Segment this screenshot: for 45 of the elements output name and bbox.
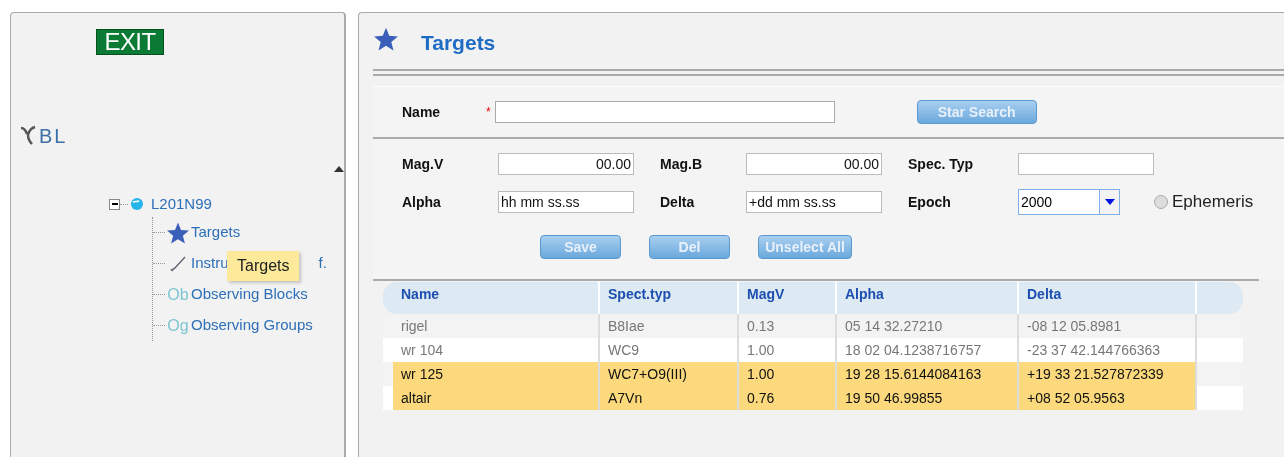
- tooltip: Targets: [227, 251, 300, 281]
- field-label: Spec. Typ: [908, 154, 975, 174]
- dropdown-caret-icon: [1104, 199, 1115, 205]
- field-label: Delta: [660, 192, 696, 212]
- text-field[interactable]: hh mm ss.ss: [498, 191, 634, 213]
- table-cell: +19 33 21.527872339: [1019, 362, 1197, 386]
- scroll-up-icon[interactable]: [334, 166, 344, 172]
- table-cell: 19 28 15.6144084163: [837, 362, 1019, 386]
- logo-text: BL: [39, 124, 68, 149]
- radio-label: Ephemeris: [1172, 191, 1254, 214]
- tree-item[interactable]: Observing Groups: [191, 314, 313, 337]
- tree-item[interactable]: Targets: [191, 221, 241, 244]
- tree-item[interactable]: Observing Blocks: [191, 283, 308, 306]
- epoch-select[interactable]: 2000: [1018, 189, 1120, 215]
- ephemeris-radio[interactable]: [1154, 195, 1168, 209]
- table-cell: 0.76: [739, 386, 837, 410]
- collapse-toggle-icon[interactable]: [109, 198, 120, 210]
- text-field[interactable]: 00.00: [746, 153, 882, 175]
- star-icon: [373, 26, 399, 52]
- globe-icon: [130, 197, 144, 211]
- table-cell: A7Vn: [600, 386, 739, 410]
- page-title: Targets: [421, 30, 496, 57]
- table-cell: 19 50 46.99855: [837, 386, 1019, 410]
- table-row[interactable]: wr 104 WC9 1.00 18 02 04.1238716757 -23 37 42.144766363: [383, 338, 1243, 362]
- text-field[interactable]: [1018, 153, 1154, 175]
- field-label: Epoch: [908, 192, 952, 212]
- field-label: Mag.B: [660, 154, 703, 174]
- table-cell: altair: [393, 386, 600, 410]
- field-label: Name: [402, 102, 442, 122]
- badge-icon: Ob: [167, 282, 189, 307]
- required-mark: *: [486, 104, 491, 121]
- table-cell: 1.00: [739, 362, 837, 386]
- tree-item[interactable]: L201N99: [151, 192, 212, 216]
- table-row[interactable]: altair A7Vn 0.76 19 50 46.99855 +08 52 05.9563: [383, 386, 1243, 410]
- table-cell: WC7+O9(III): [600, 362, 739, 386]
- field-label: Mag.V: [402, 154, 445, 174]
- text-field[interactable]: +dd mm ss.ss: [746, 191, 882, 213]
- text-field[interactable]: 00.00: [498, 153, 634, 175]
- field-label: Alpha: [402, 192, 442, 212]
- badge-icon: Og: [167, 313, 189, 338]
- name-field[interactable]: [494, 101, 835, 123]
- table-cell: wr 125: [393, 362, 600, 386]
- exit-sign[interactable]: EXIT: [96, 29, 164, 55]
- table-cell: +08 52 05.9563: [1019, 386, 1197, 410]
- tree-item-tail: f.: [318, 253, 327, 274]
